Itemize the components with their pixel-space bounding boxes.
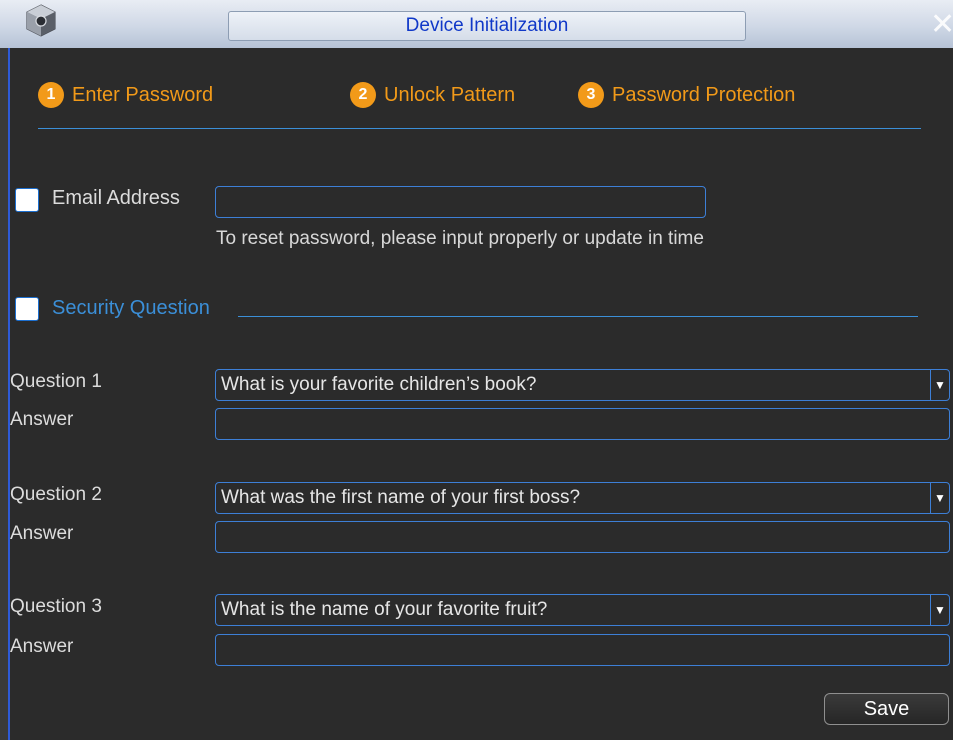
question-1-selected: What is your favorite children’s book? bbox=[221, 374, 537, 395]
question-1-select[interactable]: What is your favorite children’s book? ▼ bbox=[215, 369, 950, 401]
question-3-label: Question 3 bbox=[10, 596, 102, 617]
cube-logo-icon bbox=[26, 4, 56, 37]
step-unlock-pattern: 2 Unlock Pattern bbox=[350, 82, 515, 108]
answer-3-field[interactable] bbox=[215, 634, 950, 666]
step-enter-password: 1 Enter Password bbox=[38, 82, 213, 108]
step-number-badge: 1 bbox=[38, 82, 64, 108]
question-1-label: Question 1 bbox=[10, 371, 102, 392]
question-2-select[interactable]: What was the first name of your first bo… bbox=[215, 482, 950, 514]
title-bar: Device Initialization ✕ bbox=[0, 0, 953, 48]
question-3-select[interactable]: What is the name of your favorite fruit?… bbox=[215, 594, 950, 626]
chevron-down-icon[interactable]: ▼ bbox=[930, 483, 949, 513]
step-password-protection: 3 Password Protection bbox=[578, 82, 795, 108]
security-question-label: Security Question bbox=[52, 297, 210, 319]
security-question-divider bbox=[238, 316, 918, 317]
step-label: Enter Password bbox=[72, 83, 214, 106]
email-field[interactable] bbox=[215, 186, 706, 218]
chevron-down-icon[interactable]: ▼ bbox=[930, 370, 949, 400]
answer-2-label: Answer bbox=[10, 523, 74, 544]
step-indicator: 1 Enter Password 2 Unlock Pattern 3 Pass… bbox=[0, 82, 953, 112]
email-checkbox[interactable] bbox=[15, 188, 39, 212]
email-hint: To reset password, please input properly… bbox=[216, 228, 704, 249]
answer-1-field[interactable] bbox=[215, 408, 950, 440]
answer-3-label: Answer bbox=[10, 636, 74, 657]
save-button[interactable]: Save bbox=[824, 693, 949, 725]
steps-divider bbox=[38, 128, 921, 129]
window-left-edge bbox=[0, 48, 8, 740]
security-question-checkbox[interactable] bbox=[15, 297, 39, 321]
email-label: Email Address bbox=[52, 187, 180, 209]
step-number-badge: 3 bbox=[578, 82, 604, 108]
answer-1-label: Answer bbox=[10, 409, 74, 430]
answer-2-field[interactable] bbox=[215, 521, 950, 553]
chevron-down-icon[interactable]: ▼ bbox=[930, 595, 949, 625]
question-2-label: Question 2 bbox=[10, 484, 102, 505]
step-label: Unlock Pattern bbox=[384, 83, 516, 106]
step-label: Password Protection bbox=[612, 83, 796, 106]
question-2-selected: What was the first name of your first bo… bbox=[221, 487, 581, 508]
close-icon[interactable]: ✕ bbox=[930, 8, 953, 42]
question-3-selected: What is the name of your favorite fruit? bbox=[221, 599, 548, 620]
window-title: Device Initialization bbox=[228, 11, 746, 41]
step-number-badge: 2 bbox=[350, 82, 376, 108]
